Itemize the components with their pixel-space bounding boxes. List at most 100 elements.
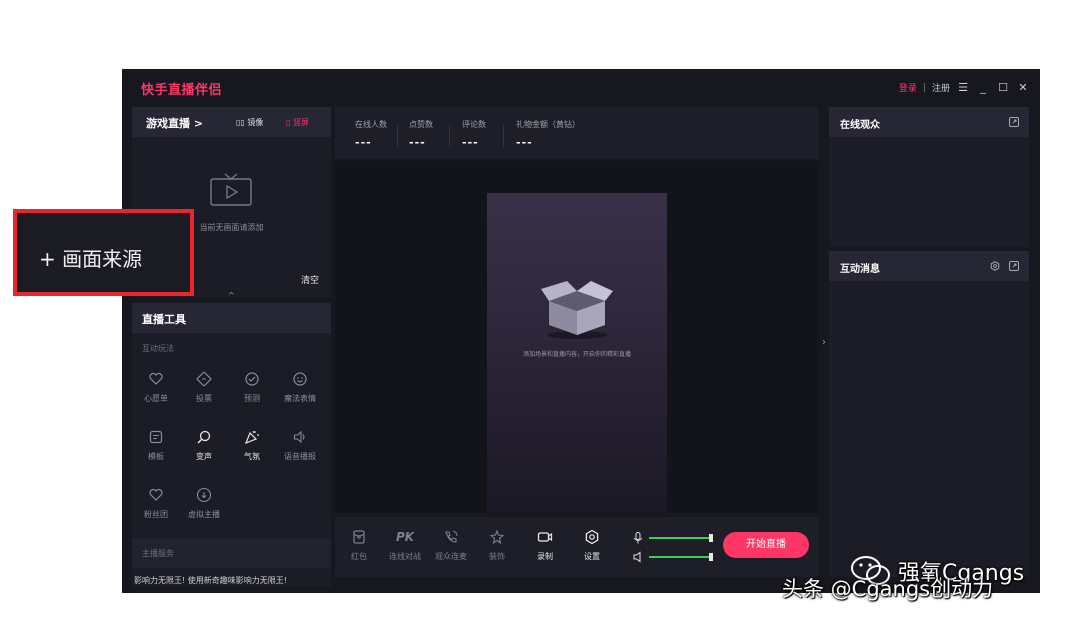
preview-hint: 添加场景和直播内容，开启你的精彩直播: [522, 351, 631, 358]
bottom-tool-label: 设置: [584, 552, 600, 561]
clear-button[interactable]: 清空: [301, 273, 319, 286]
tool-wishlist[interactable]: 心愿单: [134, 371, 178, 404]
speaker-icon: [293, 430, 305, 444]
add-scene-source-label: + 画面来源: [39, 247, 143, 271]
scene-source-callout: + 画面来源: [13, 209, 194, 296]
live-category-selector[interactable]: 游戏直播 >: [146, 115, 203, 131]
mic-volume-slider[interactable]: [633, 532, 723, 544]
expand-right-chevron-icon[interactable]: ›: [822, 337, 826, 348]
fan-club-icon: [149, 488, 163, 501]
tool-label: 粉丝团: [144, 510, 168, 519]
mic-volume-track: [649, 537, 711, 539]
tool-voice-broadcast[interactable]: 语音播报: [278, 429, 322, 462]
tool-label: 心愿单: [144, 394, 168, 403]
live-tools-header: 直播工具: [132, 303, 331, 333]
screenshot-stage: 快手直播伴侣 登录 | 注册 ☰ _ ☐ ✕ 游戏直播 > ▯▯ 镜像 ▯ 竖屏…: [0, 0, 1080, 619]
tool-label: 虚拟主播: [188, 510, 220, 519]
interactive-section-label: 互动玩法: [142, 344, 174, 353]
scene-panel-header: 游戏直播 > ▯▯ 镜像 ▯ 竖屏: [132, 107, 331, 137]
collapse-caret-icon[interactable]: ^: [228, 291, 235, 300]
record-icon: [537, 532, 553, 542]
popout-icon[interactable]: [1009, 117, 1019, 127]
bottom-tool-pk-battle[interactable]: PK 连线对战: [385, 529, 425, 562]
decoration-icon: [489, 529, 505, 545]
interactive-messages-header: 互动消息: [829, 251, 1029, 281]
check-circle-icon: [245, 372, 259, 386]
voice-change-icon: [197, 430, 211, 444]
ticket-icon: [196, 371, 212, 387]
register-link[interactable]: 注册: [932, 81, 950, 94]
tool-predict[interactable]: 预测: [230, 371, 274, 404]
tool-fan-club[interactable]: 粉丝团: [134, 487, 178, 520]
tool-label: 气氛: [244, 452, 260, 461]
virtual-host-icon: [196, 487, 212, 503]
stat-divider: [449, 125, 450, 147]
tool-voice-change[interactable]: 变声: [182, 429, 226, 462]
stat-likes: 点赞数 ---: [409, 119, 433, 149]
vertical-preview-canvas[interactable]: 添加场景和直播内容，开启你的精彩直播: [487, 193, 667, 513]
party-popper-icon: [244, 430, 259, 445]
watermark: 强氧Cgangs 头条 @Cgangs创动力: [780, 553, 1070, 613]
interactive-messages-title: 互动消息: [840, 264, 880, 275]
left-column: 游戏直播 > ▯▯ 镜像 ▯ 竖屏 当前无画面请添加 清空 ^ 直播工具 互动玩…: [132, 107, 331, 587]
mirror-icon: ▯▯: [236, 118, 245, 127]
tool-vote[interactable]: 投票: [182, 371, 226, 404]
stat-value: ---: [355, 136, 372, 149]
bottom-tool-red-packet[interactable]: 红包: [339, 529, 379, 562]
smile-icon: [293, 372, 307, 386]
bottom-tool-audience-link[interactable]: 观众连麦: [431, 529, 471, 562]
bottom-tool-label: 录制: [537, 552, 553, 561]
maximize-icon[interactable]: ☐: [996, 81, 1010, 94]
vertical-screen-toggle[interactable]: ▯ 竖屏: [286, 117, 309, 128]
mic-volume-knob[interactable]: [709, 534, 713, 542]
bottom-tool-record[interactable]: 录制: [525, 529, 565, 562]
stat-value: ---: [516, 136, 533, 149]
stat-label: 评论数: [462, 120, 486, 129]
tool-magic-emoji[interactable]: 魔法表情: [278, 371, 322, 404]
stat-label: 在线人数: [355, 120, 387, 129]
online-viewers-header: 在线观众: [829, 107, 1029, 137]
vertical-screen-icon: ▯: [286, 118, 291, 127]
tool-template[interactable]: 模板: [134, 429, 178, 462]
tool-label: 魔法表情: [284, 394, 316, 403]
bottom-tool-decoration[interactable]: 装饰: [477, 529, 517, 562]
stat-online-count: 在线人数 ---: [355, 119, 387, 149]
title-separator: |: [922, 82, 926, 93]
tool-virtual-host[interactable]: 虚拟主播: [182, 487, 226, 520]
preview-area: 添加场景和直播内容，开启你的精彩直播: [335, 161, 819, 513]
tool-atmosphere[interactable]: 气氛: [230, 429, 274, 462]
vertical-screen-label: 竖屏: [292, 118, 309, 127]
bottom-tool-settings[interactable]: 设置: [572, 529, 612, 562]
host-service-label: 主播服务: [142, 549, 174, 558]
stat-divider: [397, 125, 398, 147]
login-link[interactable]: 登录: [899, 81, 917, 94]
tool-label: 投票: [196, 394, 212, 403]
title-bar: 快手直播伴侣 登录 | 注册 ☰ _ ☐ ✕: [122, 69, 1040, 105]
speaker-volume-knob[interactable]: [709, 553, 713, 561]
stat-label: 点赞数: [409, 120, 433, 129]
online-viewers-panel: 在线观众: [829, 107, 1029, 247]
template-icon: [149, 430, 163, 444]
microphone-icon: [633, 532, 643, 544]
message-settings-icon[interactable]: [990, 261, 1000, 271]
bottom-toolbar: 红包 PK 连线对战 观众连麦 装饰 录制 设置 开始直播: [335, 517, 819, 577]
stat-gift-amount: 礼物金额（黄钻） ---: [516, 119, 580, 149]
red-packet-icon: [353, 530, 365, 544]
close-icon[interactable]: ✕: [1016, 81, 1030, 94]
stat-value: ---: [462, 136, 479, 149]
speaker-volume-icon: [633, 551, 641, 563]
stat-value: ---: [409, 136, 426, 149]
online-viewers-title: 在线观众: [840, 120, 880, 131]
bottom-tool-label: 观众连麦: [435, 552, 467, 561]
host-service-bar: 主播服务: [132, 538, 331, 568]
pk-icon: PK: [395, 530, 415, 544]
tool-label: 语音播报: [284, 452, 316, 461]
menu-icon[interactable]: ☰: [956, 81, 970, 94]
stat-comments: 评论数 ---: [462, 119, 486, 149]
speaker-volume-slider[interactable]: [633, 551, 723, 563]
phone-call-icon: [445, 530, 458, 543]
popout-icon[interactable]: [1009, 261, 1019, 271]
mirror-toggle[interactable]: ▯▯ 镜像: [236, 117, 263, 128]
minimize-icon[interactable]: _: [976, 81, 990, 94]
tool-label: 模板: [148, 452, 164, 461]
